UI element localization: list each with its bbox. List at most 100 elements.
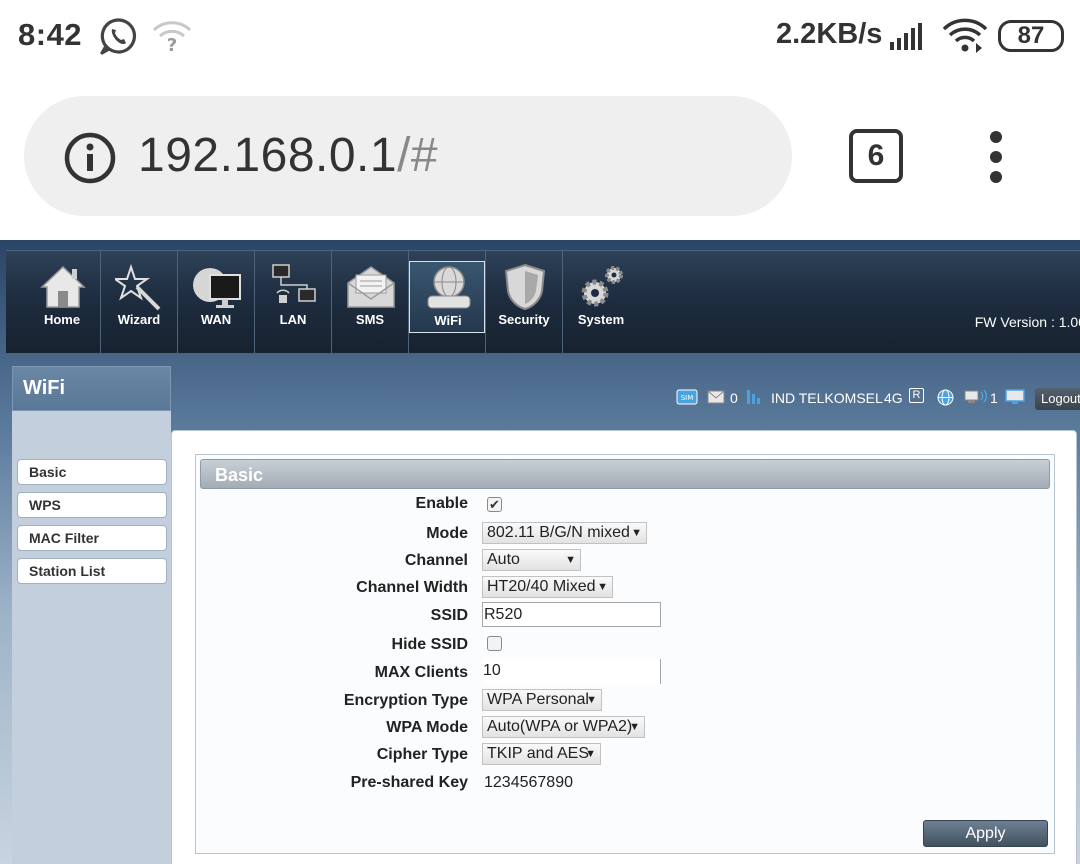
enable-checkbox[interactable]: ✔ xyxy=(487,497,502,512)
mode-value: 802.11 B/G/N mixed xyxy=(487,524,630,541)
channel-width-value: HT20/40 Mixed xyxy=(487,578,596,595)
roaming-badge: R xyxy=(909,388,924,403)
clock: 8:42 xyxy=(18,17,83,52)
nav-wan[interactable]: WAN xyxy=(178,251,254,354)
nav-label: WAN xyxy=(200,312,232,327)
sim-icon: SIM xyxy=(676,389,698,405)
nav-lan[interactable]: LAN xyxy=(255,251,331,354)
sms-icon xyxy=(347,266,395,308)
wpa-mode-value: Auto(WPA or WPA2) xyxy=(487,718,633,735)
chevron-down-icon: ▼ xyxy=(585,748,596,760)
chevron-down-icon: ▼ xyxy=(597,581,608,593)
network-speed: 2.2KB/s xyxy=(776,18,883,50)
whatsapp-icon xyxy=(100,18,137,55)
system-icon xyxy=(581,266,623,307)
overflow-menu-icon[interactable] xyxy=(980,130,1012,184)
nav-label: Wizard xyxy=(117,312,161,327)
router-admin-page: Home Wizard WAN LAN SMS WiFi Security Sy… xyxy=(0,240,1080,864)
ssid-label: SSID xyxy=(430,607,468,624)
wifi-clients-icon xyxy=(964,389,988,403)
channel-value: Auto xyxy=(487,551,520,568)
encryption-type-value: WPA Personal xyxy=(487,691,589,708)
channel-width-select[interactable]: HT20/40 Mixed ▼ xyxy=(482,576,613,598)
psk-label: Pre-shared Key xyxy=(350,774,468,791)
ssid-input[interactable]: R520 xyxy=(482,602,661,627)
firmware-version: FW Version : 1.00 xyxy=(974,314,1080,330)
sidebar-item-wps[interactable]: WPS xyxy=(17,492,167,518)
address-bar[interactable]: 192.168.0.1/# xyxy=(24,96,792,216)
sidebar-item-mac-filter[interactable]: MAC Filter xyxy=(17,525,167,551)
nav-home[interactable]: Home xyxy=(24,251,100,354)
logout-button[interactable]: Logout xyxy=(1035,388,1080,410)
nav-wifi[interactable]: WiFi xyxy=(409,261,485,333)
url-host: 192.168.0.1 xyxy=(138,129,398,182)
chevron-down-icon: ▼ xyxy=(631,527,642,539)
nav-security[interactable]: Security xyxy=(486,251,562,354)
sidebar: Basic WPS MAC Filter Station List xyxy=(12,411,171,864)
hide-ssid-label: Hide SSID xyxy=(391,636,468,653)
channel-select[interactable]: Auto ▼ xyxy=(482,549,581,571)
nav-label: SMS xyxy=(355,312,385,327)
internet-globe-icon xyxy=(937,389,954,406)
nav-label: Home xyxy=(43,312,81,327)
svg-text:SIM: SIM xyxy=(681,394,694,402)
svg-text:?: ? xyxy=(167,35,177,54)
browser-toolbar: 192.168.0.1/# 6 xyxy=(0,72,1080,240)
channel-width-label: Channel Width xyxy=(356,579,468,596)
url-path: /# xyxy=(397,129,439,182)
computer-icon xyxy=(1005,389,1025,404)
chevron-down-icon: ▼ xyxy=(629,721,640,733)
section-title-box: WiFi xyxy=(12,366,171,411)
sms-count: 0 xyxy=(730,390,738,406)
apply-button[interactable]: Apply xyxy=(923,820,1048,847)
wifi-globe-icon xyxy=(427,266,471,309)
cipher-type-label: Cipher Type xyxy=(376,746,468,763)
nav-system[interactable]: System xyxy=(563,251,639,354)
wpa-mode-select[interactable]: Auto(WPA or WPA2) ▼ xyxy=(482,716,645,738)
nav-label: LAN xyxy=(279,312,307,327)
client-count: 1 xyxy=(990,390,998,406)
url-text[interactable]: 192.168.0.1/# xyxy=(138,128,438,183)
enable-label: Enable xyxy=(415,495,468,512)
info-icon[interactable] xyxy=(64,132,116,184)
sidebar-item-basic[interactable]: Basic xyxy=(17,459,167,485)
network-type: 4G xyxy=(884,390,903,406)
mail-icon xyxy=(707,390,725,404)
battery-icon: 87 xyxy=(998,20,1064,52)
section-title: WiFi xyxy=(23,377,66,399)
status-bar: 8:42 ? 2.2KB/s 87 xyxy=(0,0,1080,72)
wifi-unknown-icon: ? xyxy=(152,21,192,54)
wizard-icon xyxy=(115,263,161,311)
chevron-down-icon: ▼ xyxy=(586,694,597,706)
security-icon xyxy=(504,263,546,311)
hide-ssid-checkbox[interactable] xyxy=(487,636,502,651)
nav-label: WiFi xyxy=(434,313,462,328)
signal-icon xyxy=(890,23,922,50)
encryption-type-select[interactable]: WPA Personal ▼ xyxy=(482,689,602,711)
nav-label: System xyxy=(577,312,625,327)
basic-settings-panel: Basic Enable ✔ Mode 802.11 B/G/N mixed ▼ … xyxy=(195,454,1055,854)
chevron-down-icon: ▼ xyxy=(565,554,576,566)
panel-title: Basic xyxy=(215,465,264,485)
nav-label: Security xyxy=(498,312,550,327)
channel-label: Channel xyxy=(404,552,468,569)
wan-icon xyxy=(193,268,241,308)
nav-wizard[interactable]: Wizard xyxy=(101,251,177,354)
wifi-icon xyxy=(942,18,988,53)
panel-header: Basic xyxy=(200,459,1050,489)
nav-sms[interactable]: SMS xyxy=(332,251,408,354)
max-clients-input[interactable]: 10 xyxy=(482,659,661,684)
home-icon xyxy=(40,265,86,308)
sidebar-item-station-list[interactable]: Station List xyxy=(17,558,167,584)
cipher-type-select[interactable]: TKIP and AES ▼ xyxy=(482,743,601,765)
tab-switcher-button[interactable]: 6 xyxy=(849,129,903,183)
cipher-type-value: TKIP and AES xyxy=(487,745,589,762)
content-area: Basic Enable ✔ Mode 802.11 B/G/N mixed ▼ … xyxy=(171,430,1077,864)
psk-input[interactable]: 1234567890 xyxy=(484,774,573,792)
status-info-bar: SIM 0 IND TELKOMSEL 4G R 1 Logout xyxy=(672,386,1080,410)
max-clients-label: MAX Clients xyxy=(374,664,468,681)
encryption-type-label: Encryption Type xyxy=(343,692,468,709)
operator-name: IND TELKOMSEL xyxy=(771,390,883,406)
wpa-mode-label: WPA Mode xyxy=(386,719,468,736)
mode-select[interactable]: 802.11 B/G/N mixed ▼ xyxy=(482,522,647,544)
